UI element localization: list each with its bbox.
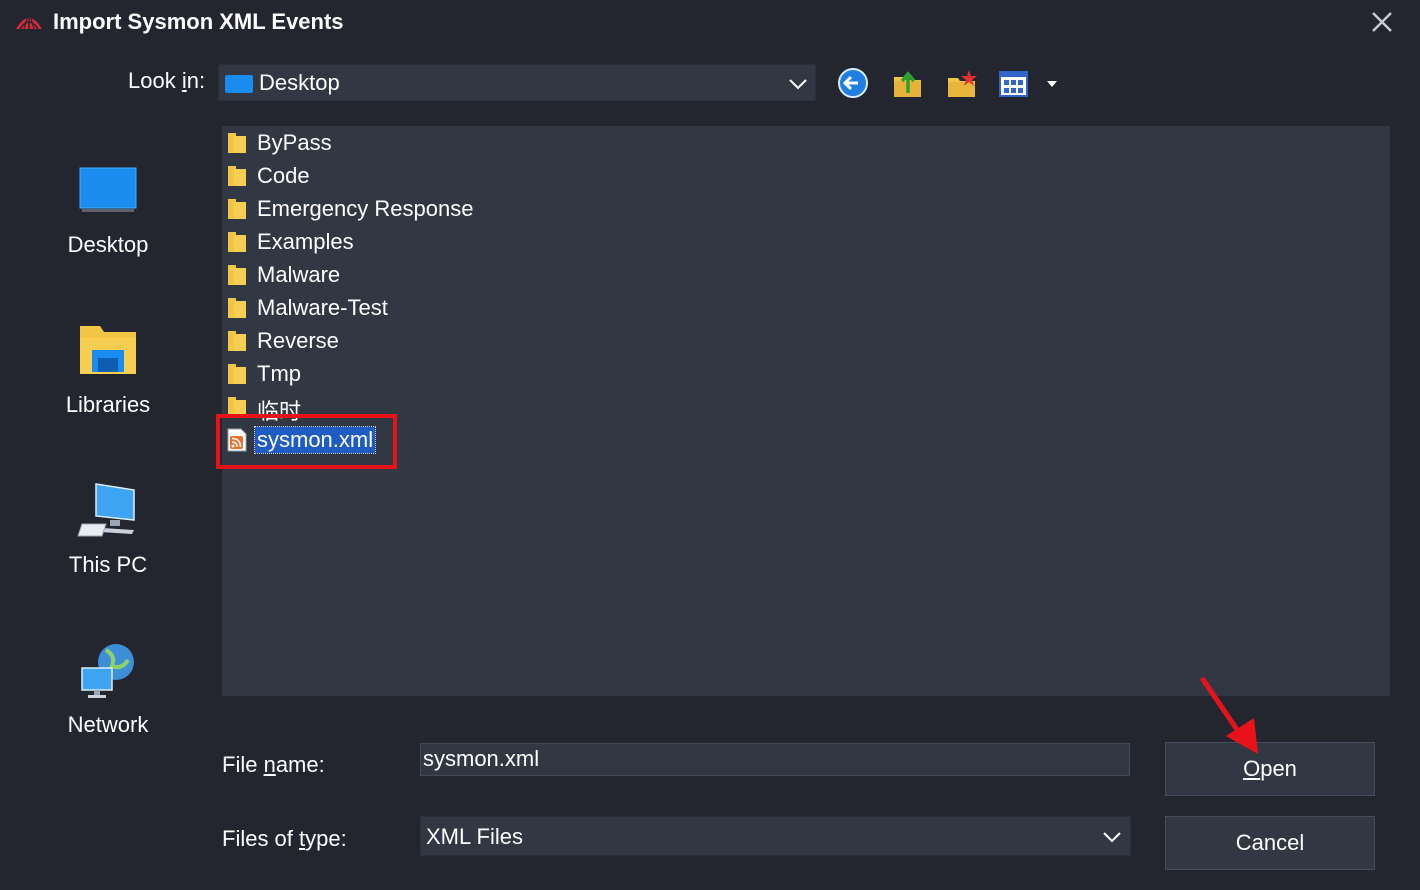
file-type-label: Files of type: bbox=[222, 826, 347, 851]
file-name: Reverse bbox=[257, 328, 339, 353]
annotation-arrow-icon bbox=[1199, 676, 1258, 754]
place-desktop[interactable]: Desktop bbox=[0, 160, 216, 310]
place-libraries[interactable]: Libraries bbox=[0, 320, 216, 470]
view-menu-icon bbox=[999, 71, 1028, 97]
libraries-icon bbox=[80, 326, 136, 374]
annotation-highlight-box bbox=[216, 414, 397, 469]
view-menu-button[interactable] bbox=[997, 67, 1031, 101]
folder-icon bbox=[228, 199, 246, 219]
place-label: Network bbox=[67, 712, 149, 737]
new-folder-icon bbox=[948, 70, 977, 97]
place-label: Desktop bbox=[67, 232, 149, 257]
file-name: Emergency Response bbox=[257, 196, 474, 221]
this-pc-icon bbox=[77, 483, 135, 537]
title-bar: Import Sysmon XML Events bbox=[0, 0, 1420, 44]
file-name: Malware bbox=[257, 262, 341, 287]
file-name: Tmp bbox=[257, 361, 301, 386]
window-title: Import Sysmon XML Events bbox=[53, 9, 344, 34]
file-name-label: File name: bbox=[222, 752, 325, 777]
network-icon bbox=[81, 644, 134, 698]
desktop-folder-icon bbox=[225, 75, 253, 93]
new-folder-button[interactable] bbox=[945, 67, 979, 101]
app-logo-icon bbox=[16, 16, 42, 30]
up-folder-icon bbox=[894, 71, 921, 97]
folder-icon bbox=[228, 331, 246, 351]
chevron-down-icon bbox=[789, 79, 807, 90]
look-in-value: Desktop bbox=[259, 70, 340, 95]
folder-icon bbox=[228, 298, 246, 318]
close-icon[interactable] bbox=[1368, 8, 1396, 36]
file-name: ByPass bbox=[257, 130, 332, 155]
desktop-icon bbox=[79, 167, 137, 212]
up-folder-button[interactable] bbox=[891, 67, 925, 101]
chevron-down-icon bbox=[1103, 832, 1121, 843]
place-network[interactable]: Network bbox=[0, 640, 216, 790]
place-label: This PC bbox=[68, 552, 148, 577]
place-this-pc[interactable]: This PC bbox=[0, 480, 216, 630]
file-name-input[interactable]: sysmon.xml bbox=[420, 743, 1130, 776]
place-label: Libraries bbox=[65, 392, 151, 417]
look-in-label: Look in: bbox=[128, 68, 206, 93]
file-type-dropdown[interactable]: XML Files bbox=[420, 816, 1131, 856]
places-bar: Desktop Libraries This PC Network bbox=[0, 120, 216, 760]
cancel-button[interactable]: Cancel bbox=[1165, 816, 1375, 870]
back-icon bbox=[838, 68, 868, 98]
folder-icon bbox=[228, 364, 246, 384]
back-button[interactable] bbox=[836, 67, 870, 101]
file-name: Code bbox=[257, 163, 310, 188]
file-type-value: XML Files bbox=[426, 824, 523, 849]
folder-icon bbox=[228, 265, 246, 285]
view-dropdown-caret-icon[interactable] bbox=[1044, 78, 1060, 90]
look-in-dropdown[interactable]: Desktop bbox=[218, 64, 816, 101]
folder-icon bbox=[228, 166, 246, 186]
file-list[interactable]: ByPass Code Emergency Response Examples … bbox=[222, 126, 1390, 696]
file-name: Malware-Test bbox=[257, 295, 388, 320]
file-name: Examples bbox=[257, 229, 354, 254]
folder-icon bbox=[228, 232, 246, 252]
folder-icon bbox=[228, 133, 246, 153]
